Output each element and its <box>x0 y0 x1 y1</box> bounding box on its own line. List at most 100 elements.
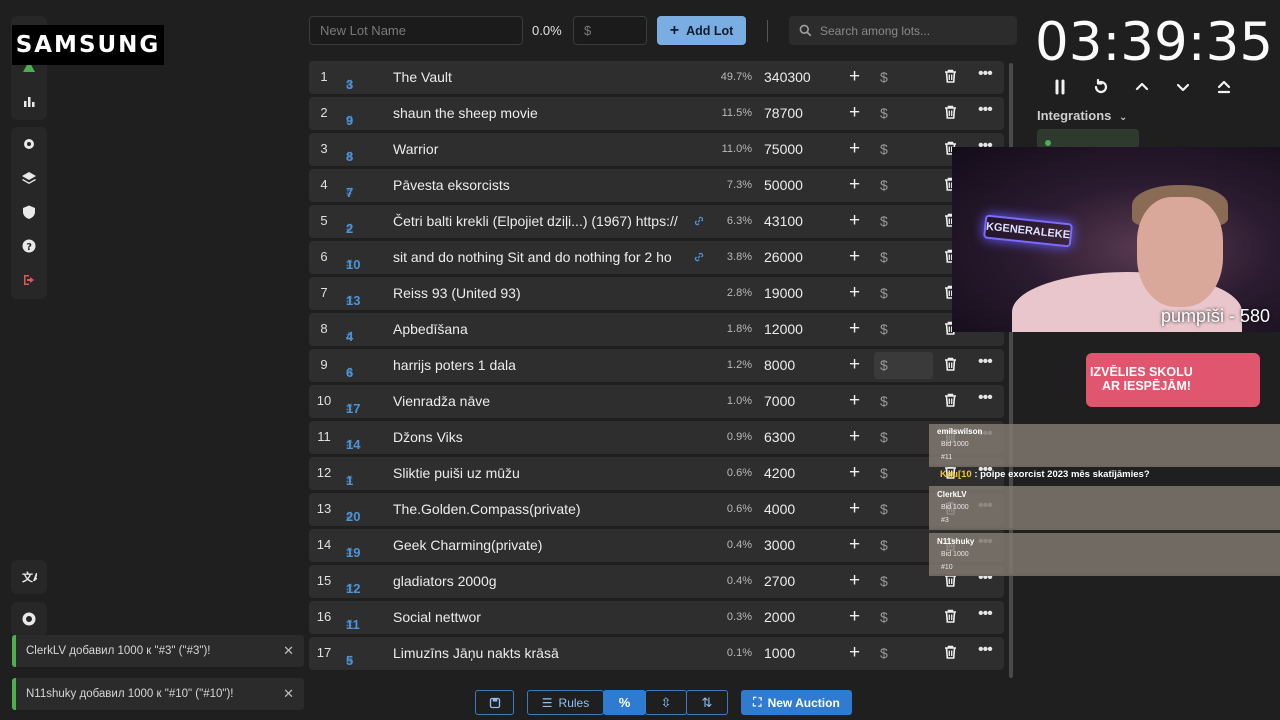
dollar-icon[interactable]: $ <box>880 645 888 661</box>
trash-icon[interactable] <box>944 357 957 374</box>
lot-row[interactable]: 1 #3 The Vault 49.7% 340300 + $ ••• <box>309 61 1004 94</box>
add-bid-icon[interactable]: + <box>849 426 860 448</box>
lot-amount[interactable]: 6300 <box>764 429 795 445</box>
lot-amount[interactable]: 12000 <box>764 321 803 337</box>
translate-icon[interactable]: 文A <box>11 560 47 594</box>
chevron-down-icon[interactable] <box>1172 76 1194 98</box>
add-bid-icon[interactable]: + <box>849 498 860 520</box>
chevron-up-icon[interactable] <box>1131 76 1153 98</box>
add-bid-icon[interactable]: + <box>849 390 860 412</box>
help-icon[interactable]: ? <box>11 229 47 263</box>
lot-row[interactable]: 14#19Geek Charming(private)0.4%3000+$••• <box>309 529 1004 562</box>
lot-name[interactable]: Pāvesta eksorcists <box>393 177 683 193</box>
lot-name[interactable]: Geek Charming(private) <box>393 537 683 553</box>
lot-row[interactable]: 15 #12 gladiators 2000g 0.4% 2700 + $ ••• <box>309 565 1004 598</box>
dollar-icon[interactable]: $ <box>880 177 888 193</box>
add-bid-icon[interactable]: + <box>849 138 860 160</box>
lot-name[interactable]: harrijs poters 1 dala <box>393 357 683 373</box>
lot-amount[interactable]: 4000 <box>764 501 795 517</box>
dollar-icon[interactable]: $ <box>880 141 888 157</box>
lot-row[interactable]: 13 #20 The.Golden.Compass(private) 0.6% 4000… <box>309 493 1004 526</box>
lot-row[interactable]: 17 #5 Limuzīns Jāņu nakts krāsā 0.1% 1000 + $ •… <box>309 637 1004 670</box>
lot-row[interactable]: 11#14Džons Viks0.9%6300+$••• <box>309 421 1004 454</box>
lot-amount[interactable]: 340300 <box>764 69 811 85</box>
trash-icon[interactable] <box>944 69 957 86</box>
lot-amount[interactable]: 26000 <box>764 249 803 265</box>
add-bid-icon[interactable]: + <box>849 66 860 88</box>
lot-name[interactable]: Limuzīns Jāņu nakts krāsā <box>393 645 683 661</box>
add-bid-icon[interactable]: + <box>849 606 860 628</box>
trash-icon[interactable] <box>944 105 957 122</box>
lot-row[interactable]: 5 #2 Četri balti krekli (Elpojiet dziļi...… <box>309 205 1004 238</box>
add-bid-icon[interactable]: + <box>849 462 860 484</box>
lot-name[interactable]: Apbedīšana <box>393 321 683 337</box>
pause-icon[interactable] <box>1049 76 1071 98</box>
dollar-icon[interactable]: $ <box>880 573 888 589</box>
add-bid-icon[interactable]: + <box>849 210 860 232</box>
lot-amount[interactable]: 4200 <box>764 465 795 481</box>
lot-amount[interactable]: 2000 <box>764 609 795 625</box>
add-bid-icon[interactable]: + <box>849 534 860 556</box>
lot-amount[interactable]: 7000 <box>764 393 795 409</box>
lot-row[interactable]: 12 #1 Sliktie puiši uz mūžu 0.6% 4200 + $ ••• <box>309 457 1004 490</box>
lot-amount-input[interactable] <box>573 16 647 45</box>
lot-amount[interactable]: 8000 <box>764 357 795 373</box>
trash-icon[interactable] <box>944 609 957 626</box>
dollar-icon[interactable]: $ <box>880 429 888 445</box>
add-bid-icon[interactable]: + <box>849 282 860 304</box>
dollar-icon[interactable]: $ <box>880 465 888 481</box>
more-icon[interactable]: ••• <box>978 353 993 371</box>
lot-row[interactable]: 2 #9 shaun the sheep movie 11.5% 78700 + $ ••• <box>309 97 1004 130</box>
trash-icon[interactable] <box>944 645 957 662</box>
gear-icon[interactable] <box>11 127 47 161</box>
close-icon[interactable]: ✕ <box>283 686 294 702</box>
lot-name[interactable]: Social nettwor <box>393 609 683 625</box>
lot-amount[interactable]: 19000 <box>764 285 803 301</box>
dollar-icon[interactable]: $ <box>880 105 888 121</box>
dollar-icon[interactable]: $ <box>880 393 888 409</box>
more-icon[interactable]: ••• <box>978 101 993 119</box>
dollar-icon[interactable]: $ <box>880 285 888 301</box>
lot-amount[interactable]: 78700 <box>764 105 803 121</box>
lot-name[interactable]: The Vault <box>393 69 683 85</box>
reset-icon[interactable] <box>1090 76 1112 98</box>
add-bid-icon[interactable]: + <box>849 102 860 124</box>
trash-icon[interactable] <box>944 393 957 410</box>
shield-icon[interactable] <box>11 195 47 229</box>
lot-name[interactable]: Warrior <box>393 141 683 157</box>
lot-name[interactable]: Sliktie puiši uz mūžu <box>393 465 683 481</box>
layers-icon[interactable] <box>11 161 47 195</box>
dollar-icon[interactable]: $ <box>880 501 888 517</box>
save-button[interactable] <box>475 690 514 715</box>
lot-row[interactable]: 9 #6 harrijs poters 1 dala 1.2% 8000 + $ ••• <box>309 349 1004 382</box>
percent-toggle[interactable]: % <box>603 690 646 715</box>
compact-toggle[interactable]: ⇳ <box>645 690 687 715</box>
add-bid-icon[interactable]: + <box>849 354 860 376</box>
more-icon[interactable]: ••• <box>978 389 993 407</box>
add-bid-icon[interactable]: + <box>849 318 860 340</box>
lot-row[interactable]: 4#7Pāvesta eksorcists7.3%50000+$••• <box>309 169 1004 202</box>
lot-name-input[interactable] <box>309 16 523 45</box>
lot-name[interactable]: Reiss 93 (United 93) <box>393 285 683 301</box>
lot-name[interactable]: gladiators 2000g <box>393 573 683 589</box>
integration-card[interactable] <box>1037 129 1139 149</box>
lot-name[interactable]: Džons Viks <box>393 429 683 445</box>
add-bid-icon[interactable]: + <box>849 642 860 664</box>
lot-name[interactable]: shaun the sheep movie <box>393 105 683 121</box>
lot-amount[interactable]: 2700 <box>764 573 795 589</box>
lot-row[interactable]: 7#13Reiss 93 (United 93)2.8%19000+$••• <box>309 277 1004 310</box>
new-auction-button[interactable]: ⛶ New Auction <box>741 690 852 715</box>
lot-row[interactable]: 16 #11 Social nettwor 0.3% 2000 + $ ••• <box>309 601 1004 634</box>
logout-icon[interactable] <box>11 263 47 297</box>
sort-toggle[interactable]: ⇅ <box>686 690 728 715</box>
lot-name[interactable]: Vienradža nāve <box>393 393 683 409</box>
lot-name[interactable]: sit and do nothing Sit and do nothing fo… <box>393 249 683 265</box>
dollar-icon[interactable]: $ <box>880 609 888 625</box>
search-input[interactable] <box>820 23 1010 38</box>
add-lot-button[interactable]: + Add Lot <box>657 16 746 45</box>
more-icon[interactable]: ••• <box>978 65 993 83</box>
add-bid-icon[interactable]: + <box>849 246 860 268</box>
dollar-icon[interactable]: $ <box>880 213 888 229</box>
lot-amount[interactable]: 43100 <box>764 213 803 229</box>
lot-amount[interactable]: 1000 <box>764 645 795 661</box>
